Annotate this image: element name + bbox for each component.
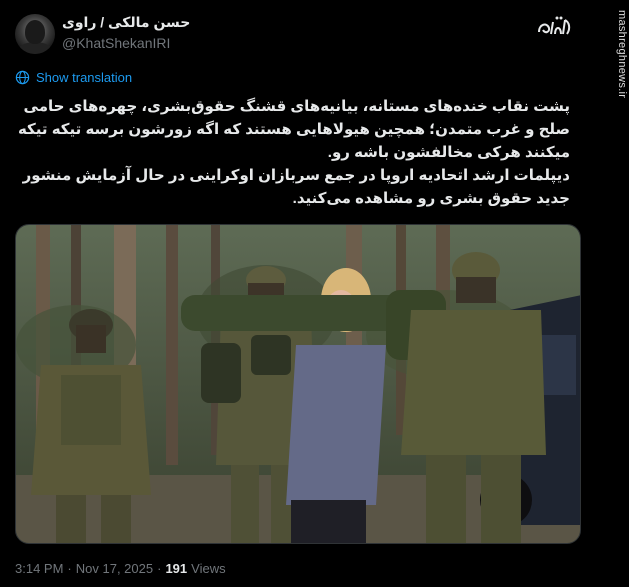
watermark-strip: mashreghnews.ir <box>596 0 629 587</box>
photo-image <box>16 225 580 543</box>
show-translation-link[interactable]: Show translation <box>36 70 132 85</box>
tweet-meta: 3:14 PM · Nov 17, 2025 · 191 Views <box>15 561 226 576</box>
tweet-text: پشت نقاب خنده‌های مستانه، بیانیه‌های قشن… <box>17 98 570 207</box>
views-count: 191 <box>165 561 188 576</box>
author-avatar[interactable] <box>15 14 55 54</box>
translate-row[interactable]: Show translation <box>15 70 132 85</box>
author-display-name[interactable]: حسن مالکی / راوی <box>62 14 190 31</box>
tweet-date[interactable]: Nov 17, 2025 <box>76 561 153 576</box>
meta-separator: · <box>67 561 72 576</box>
views-label: Views <box>191 561 226 576</box>
globe-icon <box>15 70 30 85</box>
tweet-card: حسن مالکی / راوی @KhatShekanIRI Show tra… <box>0 0 596 587</box>
tweet-time[interactable]: 3:14 PM <box>15 561 63 576</box>
mashregh-logo-icon <box>538 16 571 35</box>
author-handle[interactable]: @KhatShekanIRI <box>62 35 170 51</box>
meta-separator: · <box>157 561 162 576</box>
tweet-media-photo[interactable] <box>15 224 581 544</box>
watermark-text: mashreghnews.ir <box>616 10 628 99</box>
